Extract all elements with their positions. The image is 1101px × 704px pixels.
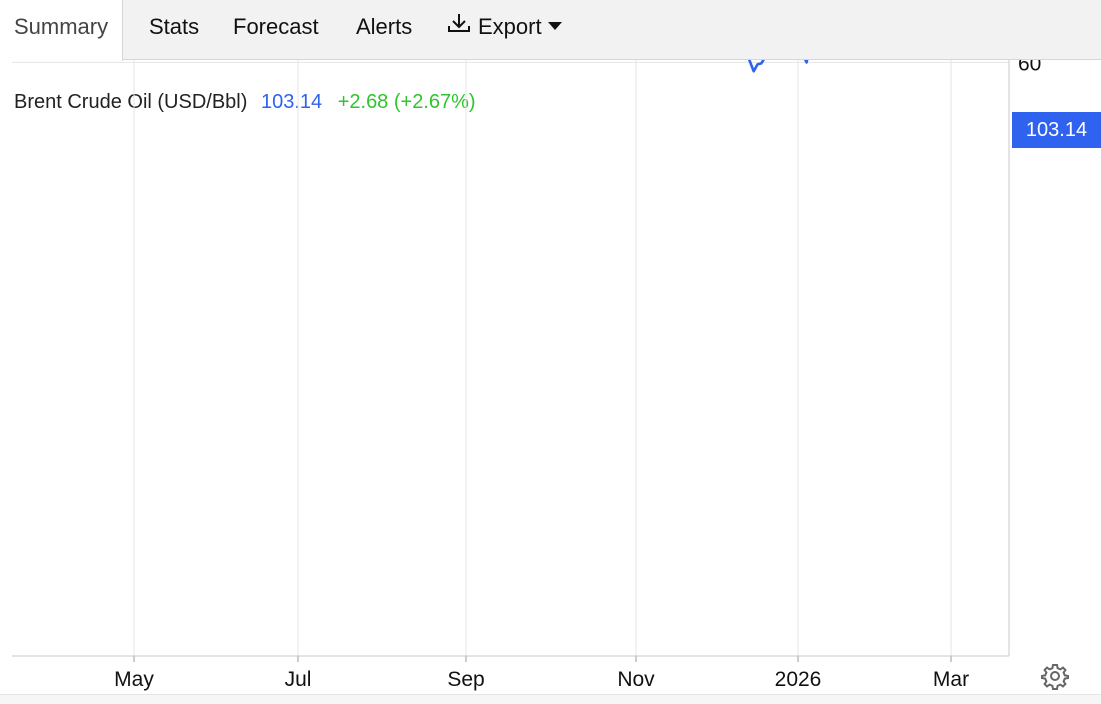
x-tick-label: Jul — [285, 668, 312, 691]
series-line — [747, 60, 809, 73]
tab-stats[interactable]: Stats — [149, 0, 199, 60]
x-tick-label: Nov — [617, 668, 655, 691]
download-icon — [446, 1, 472, 55]
tab-alerts[interactable]: Alerts — [356, 0, 412, 60]
export-label: Export — [478, 14, 542, 39]
last-price-badge: 103.14 — [1012, 112, 1101, 148]
tab-summary[interactable]: Summary — [0, 0, 124, 61]
y-tick-label: 60 — [1018, 60, 1041, 75]
price-chart: 60708090100MayJulSepNov2026Mar — [12, 60, 1041, 691]
gear-icon[interactable] — [1041, 662, 1069, 695]
tab-forecast[interactable]: Forecast — [233, 0, 319, 60]
x-tick-label: 2026 — [775, 668, 822, 691]
x-tick-label: Sep — [447, 668, 484, 691]
chevron-down-icon — [547, 22, 562, 31]
export-button[interactable]: Export — [446, 0, 562, 60]
x-tick-label: May — [114, 668, 154, 691]
x-tick-label: Mar — [933, 668, 969, 691]
tab-bar: Summary Stats Forecast Alerts Export — [0, 0, 1101, 61]
